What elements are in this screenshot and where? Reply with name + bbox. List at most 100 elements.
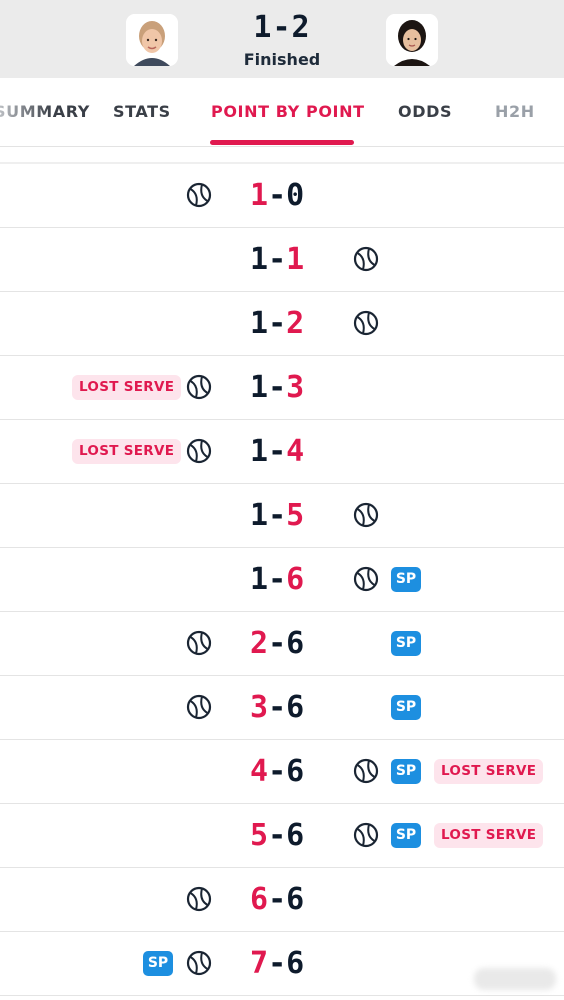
set-point-badge: SP: [391, 759, 421, 784]
tennis-ball-icon: [353, 502, 379, 528]
game-score: 4-6: [250, 752, 312, 792]
score-dash: -: [268, 946, 287, 981]
match-status: Finished: [243, 50, 321, 69]
game-row[interactable]: 1-6 SP: [0, 548, 564, 612]
score-dash: -: [268, 178, 287, 213]
game-score: 1-6: [250, 560, 312, 600]
home-games: 1: [250, 242, 269, 277]
away-games: 6: [286, 690, 305, 725]
tennis-ball-icon: [353, 310, 379, 336]
lost-serve-badge: LOST SERVE: [434, 759, 544, 784]
home-games: 1: [250, 498, 269, 533]
away-games: 4: [286, 434, 305, 469]
game-score: 1-5: [250, 496, 312, 536]
tennis-ball-icon: [353, 758, 379, 784]
away-games: 1: [286, 242, 305, 277]
set-point-badge: SP: [391, 695, 421, 720]
score-dash: -: [268, 690, 287, 725]
game-row[interactable]: 1-4 LOST SERVE: [0, 420, 564, 484]
tennis-ball-icon: [353, 822, 379, 848]
away-games: 6: [286, 946, 305, 981]
home-games: 5: [250, 818, 269, 853]
away-games: 6: [286, 562, 305, 597]
active-tab-indicator: [210, 140, 354, 145]
score-dash: -: [268, 818, 287, 853]
home-games: 4: [250, 754, 269, 789]
set-point-badge: SP: [391, 631, 421, 656]
score-dash: -: [268, 242, 287, 277]
match-tabs: SUMMARY STATS POINT BY POINT ODDS H2H: [0, 78, 564, 147]
away-games: 0: [286, 178, 305, 213]
tab-summary[interactable]: SUMMARY: [0, 102, 90, 121]
lost-serve-badge: LOST SERVE: [72, 375, 182, 400]
game-row[interactable]: 5-6 LOST SERVE SP: [0, 804, 564, 868]
home-games: 1: [250, 434, 269, 469]
home-games: 1: [250, 178, 269, 213]
away-games: 6: [286, 754, 305, 789]
home-games: 2: [250, 626, 269, 661]
away-player-avatar[interactable]: [386, 14, 438, 66]
tennis-ball-icon: [186, 182, 212, 208]
score-dash: -: [268, 498, 287, 533]
game-score: 2-6: [250, 624, 312, 664]
away-games: 6: [286, 882, 305, 917]
tennis-ball-icon: [186, 438, 212, 464]
away-games: 6: [286, 818, 305, 853]
score-dash: -: [268, 754, 287, 789]
tab-stats[interactable]: STATS: [113, 102, 171, 121]
away-games: 6: [286, 626, 305, 661]
game-row[interactable]: 1-5: [0, 484, 564, 548]
game-row[interactable]: 1-2: [0, 292, 564, 356]
game-score: 5-6: [250, 816, 312, 856]
home-games: 1: [250, 562, 269, 597]
game-row[interactable]: 6-6: [0, 868, 564, 932]
game-score: 6-6: [250, 880, 312, 920]
game-score: 1-0: [250, 176, 312, 216]
away-games: 2: [286, 306, 305, 341]
score-dash: -: [268, 626, 287, 661]
match-score: 1-2: [253, 10, 311, 45]
tennis-ball-icon: [186, 630, 212, 656]
tennis-ball-icon: [186, 694, 212, 720]
game-score: 1-3: [250, 368, 312, 408]
tennis-ball-icon: [186, 374, 212, 400]
game-score: 1-2: [250, 304, 312, 344]
lost-serve-badge: LOST SERVE: [434, 823, 544, 848]
home-games: 6: [250, 882, 269, 917]
home-games: 1: [250, 306, 269, 341]
score-dash: -: [268, 562, 287, 597]
away-games: 3: [286, 370, 305, 405]
home-games: 1: [250, 370, 269, 405]
tennis-ball-icon: [186, 950, 212, 976]
point-by-point-list: 1-0 1-1 1-2 1-3 LOST SERVE 1-4 LOST SERVE 1-5 1-…: [0, 164, 564, 996]
away-games: 5: [286, 498, 305, 533]
tennis-ball-icon: [353, 246, 379, 272]
set-point-badge: SP: [391, 823, 421, 848]
score-dash: -: [268, 306, 287, 341]
watermark: [474, 968, 556, 990]
home-games: 3: [250, 690, 269, 725]
game-row[interactable]: 1-0: [0, 164, 564, 228]
game-row[interactable]: 3-6 SP: [0, 676, 564, 740]
game-score: 1-1: [250, 240, 312, 280]
game-score: 3-6: [250, 688, 312, 728]
game-row[interactable]: 2-6 SP: [0, 612, 564, 676]
lost-serve-badge: LOST SERVE: [72, 439, 182, 464]
tab-h2h[interactable]: H2H: [495, 102, 535, 121]
score-dash: -: [268, 434, 287, 469]
game-score: 1-4: [250, 432, 312, 472]
game-score: 7-6: [250, 944, 312, 984]
match-header: 1-2 Finished: [0, 0, 564, 78]
home-games: 7: [250, 946, 269, 981]
game-row[interactable]: 1-1: [0, 228, 564, 292]
score-dash: -: [268, 370, 287, 405]
game-row[interactable]: 1-3 LOST SERVE: [0, 356, 564, 420]
set-point-badge: SP: [143, 951, 173, 976]
game-row[interactable]: 4-6 LOST SERVE SP: [0, 740, 564, 804]
score-dash: -: [268, 882, 287, 917]
tennis-ball-icon: [186, 886, 212, 912]
tab-odds[interactable]: ODDS: [398, 102, 452, 121]
tennis-ball-icon: [353, 566, 379, 592]
set-point-badge: SP: [391, 567, 421, 592]
tab-point-by-point[interactable]: POINT BY POINT: [211, 102, 365, 121]
